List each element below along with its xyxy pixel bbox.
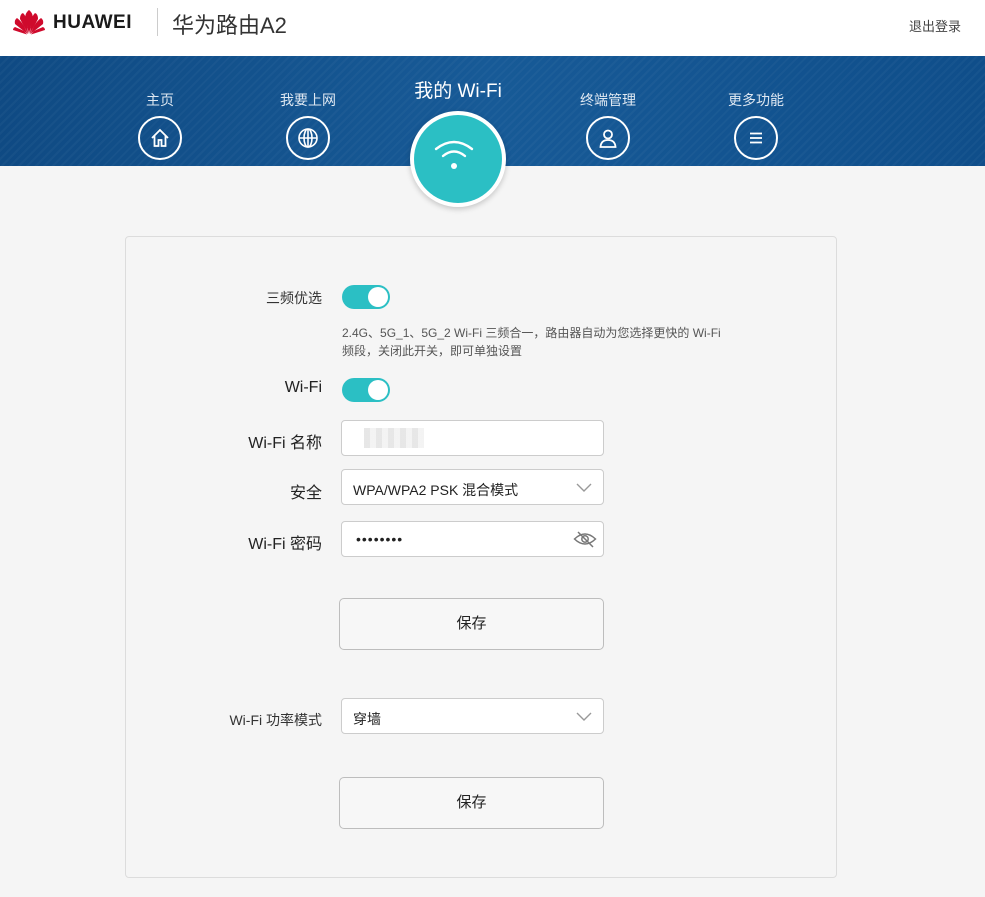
wifi-name-label: Wi-Fi 名称 (248, 435, 322, 452)
device-model: 华为路由A2 (172, 13, 287, 38)
security-value: WPA/WPA2 PSK 混合模式 (353, 482, 519, 498)
brand-divider (157, 8, 158, 36)
power-mode-value: 穿墙 (353, 711, 381, 727)
wifi-name-input[interactable] (341, 420, 604, 456)
tri-band-hint: 2.4G、5G_1、5G_2 Wi-Fi 三频合一，路由器自动为您选择更快的 W… (342, 326, 721, 358)
password-label: Wi-Fi 密码 (248, 536, 322, 553)
save-button[interactable]: 保存 (339, 598, 604, 650)
wifi-toggle[interactable] (342, 378, 390, 402)
power-mode-label: Wi-Fi 功率模式 (229, 712, 322, 728)
chevron-down-icon (576, 712, 592, 721)
nav-item-home[interactable]: 主页 (100, 90, 220, 165)
nav-item-label: 终端管理 (580, 92, 636, 108)
nav-item-more[interactable]: 更多功能 (696, 90, 816, 165)
eye-slash-icon[interactable] (573, 529, 597, 549)
save-power-button[interactable]: 保存 (339, 777, 604, 829)
home-icon (138, 116, 182, 160)
user-icon (586, 116, 630, 160)
nav-item-internet[interactable]: 我要上网 (248, 90, 368, 165)
wifi-settings-panel: 三频优选 2.4G、5G_1、5G_2 Wi-Fi 三频合一，路由器自动为您选择… (125, 236, 837, 878)
menu-icon (734, 116, 778, 160)
logout-link[interactable]: 退出登录 (909, 16, 961, 35)
tri-band-toggle[interactable] (342, 285, 390, 309)
brand-name: HUAWEI (53, 12, 132, 33)
top-bar: HUAWEI 华为路由A2 退出登录 (0, 0, 985, 56)
tri-band-label: 三频优选 (266, 290, 322, 306)
nav-item-wifi[interactable] (410, 111, 506, 207)
nav-item-wifi-label[interactable]: 我的 Wi-Fi (358, 76, 558, 103)
wifi-label: Wi-Fi (284, 379, 322, 396)
nav-item-devices[interactable]: 终端管理 (548, 90, 668, 165)
security-label: 安全 (289, 485, 322, 502)
password-input[interactable]: •••••••• (341, 521, 604, 557)
nav-item-label: 主页 (146, 92, 174, 108)
security-select[interactable]: WPA/WPA2 PSK 混合模式 (341, 469, 604, 505)
nav-item-label: 更多功能 (728, 92, 784, 108)
password-value: •••••••• (356, 531, 404, 547)
power-mode-select[interactable]: 穿墙 (341, 698, 604, 734)
wifi-name-redacted (364, 428, 424, 448)
wifi-icon (434, 140, 474, 169)
chevron-down-icon (576, 483, 592, 492)
globe-icon (286, 116, 330, 160)
huawei-logo-icon (13, 10, 45, 35)
nav-item-label: 我要上网 (280, 92, 336, 108)
